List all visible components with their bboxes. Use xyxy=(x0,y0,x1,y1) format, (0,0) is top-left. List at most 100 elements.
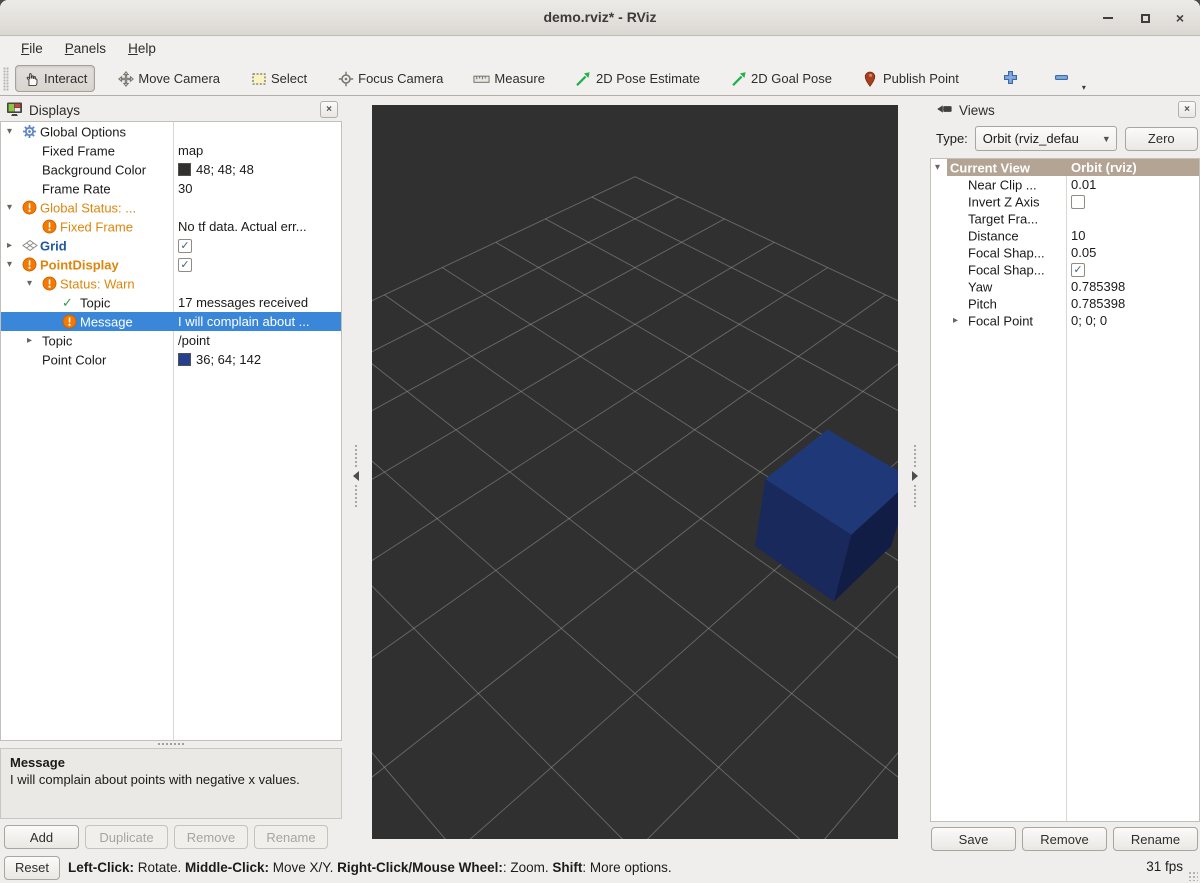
resize-grip[interactable] xyxy=(1188,871,1198,881)
tree-row-global-status[interactable]: ▾Global Status: ... xyxy=(1,198,341,217)
rename-button[interactable]: Rename xyxy=(254,825,328,849)
tool-label: Measure xyxy=(494,71,545,86)
property-value[interactable]: 0; 0; 0 xyxy=(1071,312,1107,329)
grid-icon xyxy=(22,239,40,252)
property-value[interactable]: 0.785398 xyxy=(1071,295,1125,312)
displays-close-button[interactable]: × xyxy=(320,101,338,118)
rename-button[interactable]: Rename xyxy=(1113,827,1198,851)
tree-row-focal-shap[interactable]: Focal Shap...✓ xyxy=(931,261,1199,278)
property-value[interactable]: 10 xyxy=(1071,227,1085,244)
tree-row-fixed-frame[interactable]: Fixed FrameNo tf data. Actual err... xyxy=(1,217,341,236)
tree-row-current-view[interactable]: ▾Current ViewOrbit (rviz) xyxy=(931,159,1199,176)
expander-icon[interactable]: ▾ xyxy=(27,274,42,293)
tool-select[interactable]: Select xyxy=(242,65,315,92)
tree-row-distance[interactable]: Distance10 xyxy=(931,227,1199,244)
toolbar-drag-handle[interactable] xyxy=(3,67,9,91)
reset-button[interactable]: Reset xyxy=(4,856,60,880)
view-type-select[interactable]: Orbit (rviz_defau ▼ xyxy=(975,126,1117,151)
add-button[interactable]: Add xyxy=(4,825,79,849)
remove-button[interactable]: Remove xyxy=(1022,827,1107,851)
property-value[interactable]: /point xyxy=(178,331,210,350)
tree-row-yaw[interactable]: Yaw0.785398 xyxy=(931,278,1199,295)
description-body: I will complain about points with negati… xyxy=(10,771,332,788)
menu-item-help[interactable]: Help xyxy=(117,37,167,62)
displays-icon xyxy=(6,101,23,120)
maximize-button[interactable] xyxy=(1137,10,1153,26)
expander-icon[interactable]: ▾ xyxy=(935,159,950,176)
tree-row-pointdisplay[interactable]: ▾PointDisplay✓ xyxy=(1,255,341,274)
property-value[interactable]: 30 xyxy=(178,179,192,198)
tree-row-near-clip[interactable]: Near Clip ... 0.01 xyxy=(931,176,1199,193)
expander-icon[interactable]: ▸ xyxy=(27,331,42,350)
tree-row-focal-shap[interactable]: Focal Shap...0.05 xyxy=(931,244,1199,261)
expander-icon[interactable]: ▸ xyxy=(7,236,22,255)
add-tool-button[interactable] xyxy=(997,65,1024,92)
expander-icon[interactable]: ▾ xyxy=(7,198,22,217)
checkbox[interactable]: ✓ xyxy=(178,258,192,272)
tree-row-topic[interactable]: ✓Topic17 messages received xyxy=(1,293,341,312)
checkbox[interactable]: ✓ xyxy=(178,239,192,253)
zero-button[interactable]: Zero xyxy=(1125,127,1198,151)
tool-2d-goal-pose[interactable]: 2D Goal Pose xyxy=(722,65,840,92)
toolbar: Interact Move Camera Select Focus Camera Mea… xyxy=(0,62,1200,96)
expander-icon[interactable]: ▾ xyxy=(7,122,22,141)
status-help-text: Left-Click: Rotate. Middle-Click: Move X… xyxy=(68,860,672,875)
duplicate-button[interactable]: Duplicate xyxy=(85,825,168,849)
property-value[interactable]: 17 messages received xyxy=(178,293,308,312)
displays-splitter[interactable] xyxy=(0,742,342,747)
tree-row-invert-z-axis[interactable]: Invert Z Axis xyxy=(931,193,1199,210)
close-button[interactable]: × xyxy=(1172,10,1188,26)
tree-row-grid[interactable]: ▸Grid✓ xyxy=(1,236,341,255)
save-button[interactable]: Save xyxy=(931,827,1016,851)
expander-icon[interactable]: ▸ xyxy=(953,312,968,329)
tree-row-point-color[interactable]: Point Color36; 64; 142 xyxy=(1,350,341,369)
menu-item-file[interactable]: File xyxy=(10,37,54,62)
property-value[interactable]: 0.05 xyxy=(1071,244,1096,261)
tree-row-target-fra[interactable]: Target Fra... xyxy=(931,210,1199,227)
toolbar-overflow-icon[interactable]: ▾ xyxy=(1082,83,1086,92)
property-label: Near Clip ... xyxy=(968,177,1037,192)
titlebar[interactable]: demo.rviz* - RViz × xyxy=(0,0,1200,36)
tree-row-message[interactable]: MessageI will complain about ... xyxy=(1,312,341,331)
tree-row-pitch[interactable]: Pitch0.785398 xyxy=(931,295,1199,312)
tool-publish-point[interactable]: Publish Point xyxy=(854,65,967,92)
tree-row-frame-rate[interactable]: Frame Rate30 xyxy=(1,179,341,198)
minimize-button[interactable] xyxy=(1100,10,1116,26)
tree-row-global-options[interactable]: ▾Global Options xyxy=(1,122,341,141)
remove-button[interactable]: Remove xyxy=(174,825,248,849)
tree-row-status-warn[interactable]: ▾Status: Warn xyxy=(1,274,341,293)
property-value[interactable]: 0.01 xyxy=(1071,176,1096,193)
3d-viewport[interactable] xyxy=(372,105,898,839)
tool-label: Publish Point xyxy=(883,71,959,86)
tool-move-camera[interactable]: Move Camera xyxy=(109,65,228,92)
property-value[interactable]: Orbit (rviz) xyxy=(1071,159,1137,176)
tool-interact[interactable]: Interact xyxy=(15,65,95,92)
property-value[interactable]: 36; 64; 142 xyxy=(196,350,261,369)
property-value[interactable]: 0.785398 xyxy=(1071,278,1125,295)
tool-measure[interactable]: Measure xyxy=(465,65,553,92)
expander-icon[interactable]: ▾ xyxy=(7,255,22,274)
color-swatch[interactable] xyxy=(178,163,191,176)
property-value[interactable]: I will complain about ... xyxy=(178,312,310,331)
color-swatch[interactable] xyxy=(178,353,191,366)
property-value[interactable]: map xyxy=(178,141,203,160)
tree-row-topic[interactable]: ▸Topic/point xyxy=(1,331,341,350)
collapse-left-panel-button[interactable] xyxy=(351,440,361,512)
property-label: Invert Z Axis xyxy=(968,194,1040,209)
menu-item-panels[interactable]: Panels xyxy=(54,37,117,62)
check-icon: ✓ xyxy=(62,293,80,312)
3d-scene xyxy=(372,105,898,839)
remove-tool-button[interactable]: ▾ xyxy=(1048,65,1075,92)
tool-2d-pose-estimate[interactable]: 2D Pose Estimate xyxy=(567,65,708,92)
checkbox[interactable]: ✓ xyxy=(1071,263,1085,277)
tree-row-fixed-frame[interactable]: Fixed Framemap xyxy=(1,141,341,160)
property-value[interactable]: 48; 48; 48 xyxy=(196,160,254,179)
tree-row-background-color[interactable]: Background Color48; 48; 48 xyxy=(1,160,341,179)
tool-label: Move Camera xyxy=(138,71,220,86)
tool-focus-camera[interactable]: Focus Camera xyxy=(329,65,451,92)
collapse-right-panel-button[interactable] xyxy=(910,440,920,512)
property-value[interactable]: No tf data. Actual err... xyxy=(178,217,307,236)
views-close-button[interactable]: × xyxy=(1178,101,1196,118)
tree-row-focal-point[interactable]: ▸Focal Point0; 0; 0 xyxy=(931,312,1199,329)
checkbox[interactable] xyxy=(1071,195,1085,209)
